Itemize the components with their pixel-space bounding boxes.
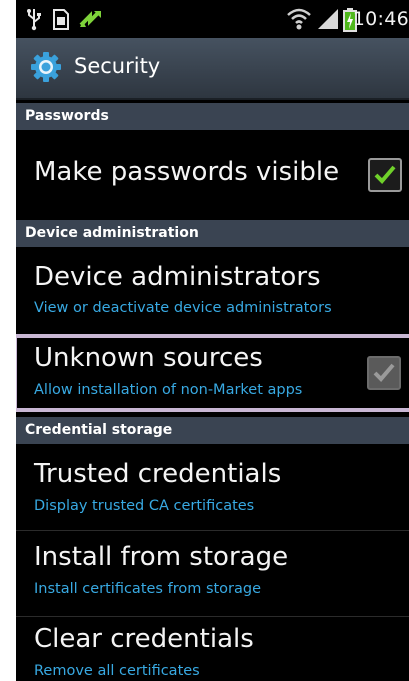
status-time: 10:46 [352,8,409,30]
selection-highlight [16,334,409,412]
list-item-clear-credentials[interactable]: Clear credentials Remove all certificate… [16,617,409,681]
page-title: Security [74,54,161,78]
gear-icon [30,51,62,87]
install-from-storage-subtitle: Install certificates from storage [34,581,262,597]
title-bar: Security [16,38,409,100]
install-from-storage-title: Install from storage [34,542,289,572]
list-item-install-from-storage[interactable]: Install from storage Install certificate… [16,531,409,616]
device-administrators-subtitle: View or deactivate device administrators [34,300,332,316]
trusted-credentials-title: Trusted credentials [34,459,282,489]
sync-icon [78,7,104,35]
usb-icon [26,7,42,35]
signal-icon [316,7,340,35]
section-header-passwords: Passwords [16,103,409,130]
wifi-icon [286,7,312,35]
list-item-trusted-credentials[interactable]: Trusted credentials Display trusted CA c… [16,444,409,530]
clear-credentials-title: Clear credentials [34,624,254,654]
list-item-make-passwords-visible[interactable]: Make passwords visible [16,130,409,220]
section-header-device-administration: Device administration [16,220,409,247]
make-passwords-visible-title: Make passwords visible [34,157,340,187]
clear-credentials-subtitle: Remove all certificates [34,663,200,679]
phone-screen: 10:46 Security Passwords Make passwords … [16,0,409,681]
trusted-credentials-subtitle: Display trusted CA certificates [34,498,255,514]
device-administrators-title: Device administrators [34,262,321,292]
make-passwords-visible-checkbox[interactable] [368,158,402,192]
status-bar: 10:46 [16,0,409,38]
section-header-credential-storage: Credential storage [16,417,409,444]
sd-card-icon [52,7,70,35]
check-icon [374,165,396,184]
list-item-device-administrators[interactable]: Device administrators View or deactivate… [16,247,409,333]
